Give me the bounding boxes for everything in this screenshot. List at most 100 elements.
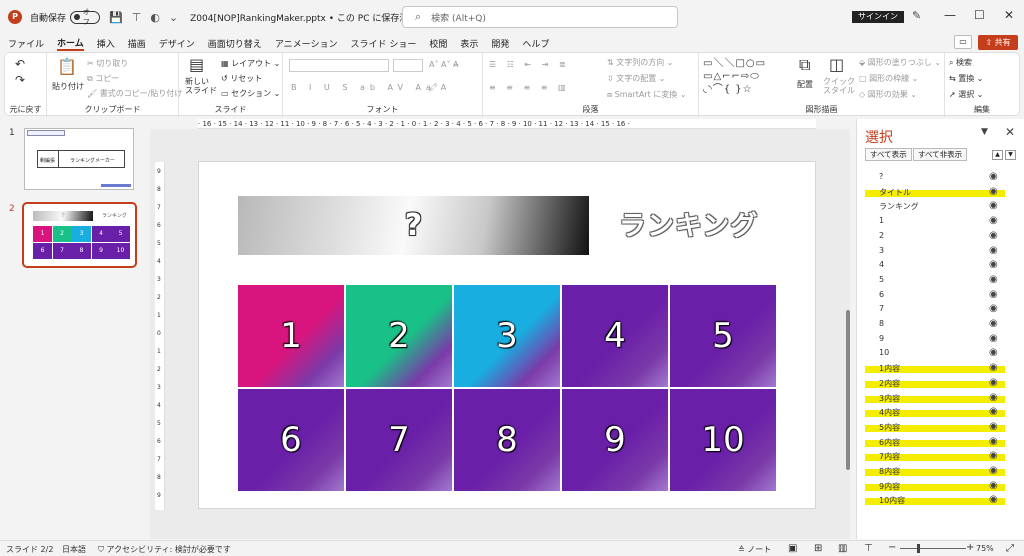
- paste-icon[interactable]: 📋: [57, 57, 77, 76]
- visibility-eye-icon[interactable]: ◉: [989, 347, 998, 358]
- cut-button[interactable]: ✂ 切り取り: [87, 58, 128, 69]
- rank-cell-10[interactable]: 10: [670, 389, 776, 491]
- tab-review[interactable]: 校閲: [429, 37, 447, 50]
- file-title[interactable]: Z004[NOP]RankingMaker.pptx • この PC に保存済み…: [190, 11, 427, 24]
- visibility-eye-icon[interactable]: ◉: [989, 333, 998, 344]
- selection-item[interactable]: タイトル ◉: [865, 186, 1015, 200]
- reset-button[interactable]: ↺ リセット: [221, 73, 262, 84]
- selection-item[interactable]: 6内容 ◉: [865, 436, 1015, 450]
- tab-home[interactable]: ホーム: [57, 36, 84, 51]
- rank-cell-6[interactable]: 6: [238, 389, 344, 491]
- selection-item[interactable]: 10内容 ◉: [865, 494, 1015, 508]
- shapes-gallery[interactable]: ▭＼＼□○▭ ▭△⌐⌐⇨⬭ ◟◝⌒{ }☆: [703, 57, 766, 96]
- visibility-eye-icon[interactable]: ◉: [989, 494, 998, 505]
- share-button[interactable]: ⇧ 共有: [978, 35, 1018, 50]
- rank-cell-5[interactable]: 5: [670, 285, 776, 387]
- bring-forward-icon[interactable]: ▲: [992, 150, 1003, 160]
- selection-item[interactable]: 4 ◉: [865, 259, 1015, 273]
- visibility-eye-icon[interactable]: ◉: [989, 200, 998, 211]
- selection-item[interactable]: 2 ◉: [865, 230, 1015, 244]
- fit-to-window-icon[interactable]: ⤢: [1006, 543, 1014, 554]
- tab-transitions[interactable]: 画面切り替え: [208, 37, 262, 50]
- visibility-eye-icon[interactable]: ◉: [989, 480, 998, 491]
- rank-cell-1[interactable]: 1: [238, 285, 344, 387]
- paste-button[interactable]: 貼り付け: [52, 81, 84, 92]
- arrange-icon[interactable]: ⧉: [799, 55, 810, 75]
- tab-developer[interactable]: 開発: [491, 37, 509, 50]
- tab-draw[interactable]: 描画: [128, 37, 146, 50]
- selection-item[interactable]: 3 ◉: [865, 245, 1015, 259]
- slide-thumbnail-1[interactable]: 剰編張 ランキングメーカー: [24, 128, 134, 190]
- selection-item[interactable]: 5内容 ◉: [865, 421, 1015, 435]
- selection-item[interactable]: 9内容 ◉: [865, 480, 1015, 494]
- pane-close-icon[interactable]: ✕: [1005, 125, 1015, 139]
- close-button[interactable]: ✕: [1004, 8, 1014, 22]
- slide-canvas[interactable]: ? ランキング 1 2 3 4 5 6 7 8 9 10: [198, 161, 816, 509]
- slide-thumbnail-2[interactable]: ? ランキング 1 2 3 4 5 6 7 8 9 10: [22, 202, 137, 268]
- visibility-eye-icon[interactable]: ◉: [989, 377, 998, 388]
- tab-file[interactable]: ファイル: [8, 37, 44, 50]
- hide-all-button[interactable]: すべて非表示: [913, 148, 968, 161]
- minimize-button[interactable]: —: [944, 8, 956, 22]
- tab-help[interactable]: ヘルプ: [522, 37, 549, 50]
- presenter-icon[interactable]: ⊤: [132, 11, 142, 24]
- new-slide-button[interactable]: 新しい スライド: [185, 77, 217, 95]
- new-slide-icon[interactable]: ▤: [189, 55, 204, 74]
- slide-sorter-icon[interactable]: ⊞: [814, 543, 822, 554]
- selection-item[interactable]: ランキング ◉: [865, 200, 1015, 214]
- visibility-eye-icon[interactable]: ◉: [989, 318, 998, 329]
- notes-button[interactable]: ≙ ノート: [738, 544, 771, 555]
- selection-item[interactable]: ? ◉: [865, 171, 1015, 185]
- selection-item[interactable]: 10 ◉: [865, 347, 1015, 361]
- scrollbar-thumb[interactable]: [846, 310, 850, 470]
- selection-item[interactable]: 8内容 ◉: [865, 465, 1015, 479]
- section-button[interactable]: ▭ セクション ⌄: [221, 88, 280, 99]
- selection-item[interactable]: 5 ◉: [865, 274, 1015, 288]
- zoom-level[interactable]: 75%: [976, 544, 994, 553]
- visibility-eye-icon[interactable]: ◉: [989, 215, 998, 226]
- font-size-field[interactable]: [393, 59, 423, 72]
- font-grow-icon[interactable]: A˄ A˅ A̶: [429, 60, 459, 69]
- visibility-eye-icon[interactable]: ◉: [989, 450, 998, 461]
- visibility-eye-icon[interactable]: ◉: [989, 274, 998, 285]
- selection-item[interactable]: 6 ◉: [865, 289, 1015, 303]
- tab-insert[interactable]: 挿入: [97, 37, 115, 50]
- selection-item[interactable]: 9 ◉: [865, 333, 1015, 347]
- search-input[interactable]: ⌕ 検索 (Alt+Q): [402, 6, 678, 28]
- visibility-eye-icon[interactable]: ◉: [989, 230, 998, 241]
- visibility-eye-icon[interactable]: ◉: [989, 171, 998, 182]
- zoom-knob[interactable]: [917, 544, 920, 553]
- layout-button[interactable]: ▦ レイアウト ⌄: [221, 58, 280, 69]
- tab-view[interactable]: 表示: [460, 37, 478, 50]
- visibility-eye-icon[interactable]: ◉: [989, 289, 998, 300]
- quick-styles-button[interactable]: クイック スタイル: [823, 77, 855, 95]
- visibility-eye-icon[interactable]: ◉: [989, 392, 998, 403]
- visibility-eye-icon[interactable]: ◉: [989, 436, 998, 447]
- format-painter-button[interactable]: 🖌 書式のコピー/貼り付け: [87, 88, 182, 99]
- accessibility-status[interactable]: ⛉ アクセシビリティ: 検討が必要です: [98, 544, 231, 555]
- tab-animations[interactable]: アニメーション: [275, 37, 338, 50]
- visibility-eye-icon[interactable]: ◉: [989, 362, 998, 373]
- visibility-eye-icon[interactable]: ◉: [989, 303, 998, 314]
- selection-item[interactable]: 1 ◉: [865, 215, 1015, 229]
- rank-cell-9[interactable]: 9: [562, 389, 668, 491]
- tab-slideshow[interactable]: スライド ショー: [350, 37, 416, 50]
- question-banner[interactable]: ?: [238, 196, 589, 255]
- align-buttons[interactable]: ≡ ≡ ≡ ≡ ▥: [489, 83, 570, 92]
- rank-cell-7[interactable]: 7: [346, 389, 452, 491]
- undo-icon[interactable]: ↶: [15, 57, 25, 71]
- customize-qat-icon[interactable]: ⌄: [169, 11, 178, 24]
- rank-cell-4[interactable]: 4: [562, 285, 668, 387]
- shape-effects-button[interactable]: ◇ 図形の効果 ⌄: [859, 89, 917, 100]
- ranking-title[interactable]: ランキング: [619, 204, 758, 243]
- slideshow-icon[interactable]: ⊤: [864, 543, 873, 554]
- selection-item[interactable]: 4内容 ◉: [865, 406, 1015, 420]
- shapes-icon[interactable]: ◐: [150, 11, 160, 24]
- smartart-button[interactable]: ⧈ SmartArt に変換 ⌄: [607, 89, 687, 100]
- autosave-toggle[interactable]: オフ: [70, 8, 101, 26]
- list-buttons[interactable]: ☰ ☷ ⇤ ⇥ ≣: [489, 60, 570, 69]
- replace-button[interactable]: ⇆ 置換 ⌄: [949, 73, 984, 84]
- align-text-button[interactable]: ⇳ 文字の配置 ⌄: [607, 73, 666, 84]
- rank-cell-2[interactable]: 2: [346, 285, 452, 387]
- visibility-eye-icon[interactable]: ◉: [989, 259, 998, 270]
